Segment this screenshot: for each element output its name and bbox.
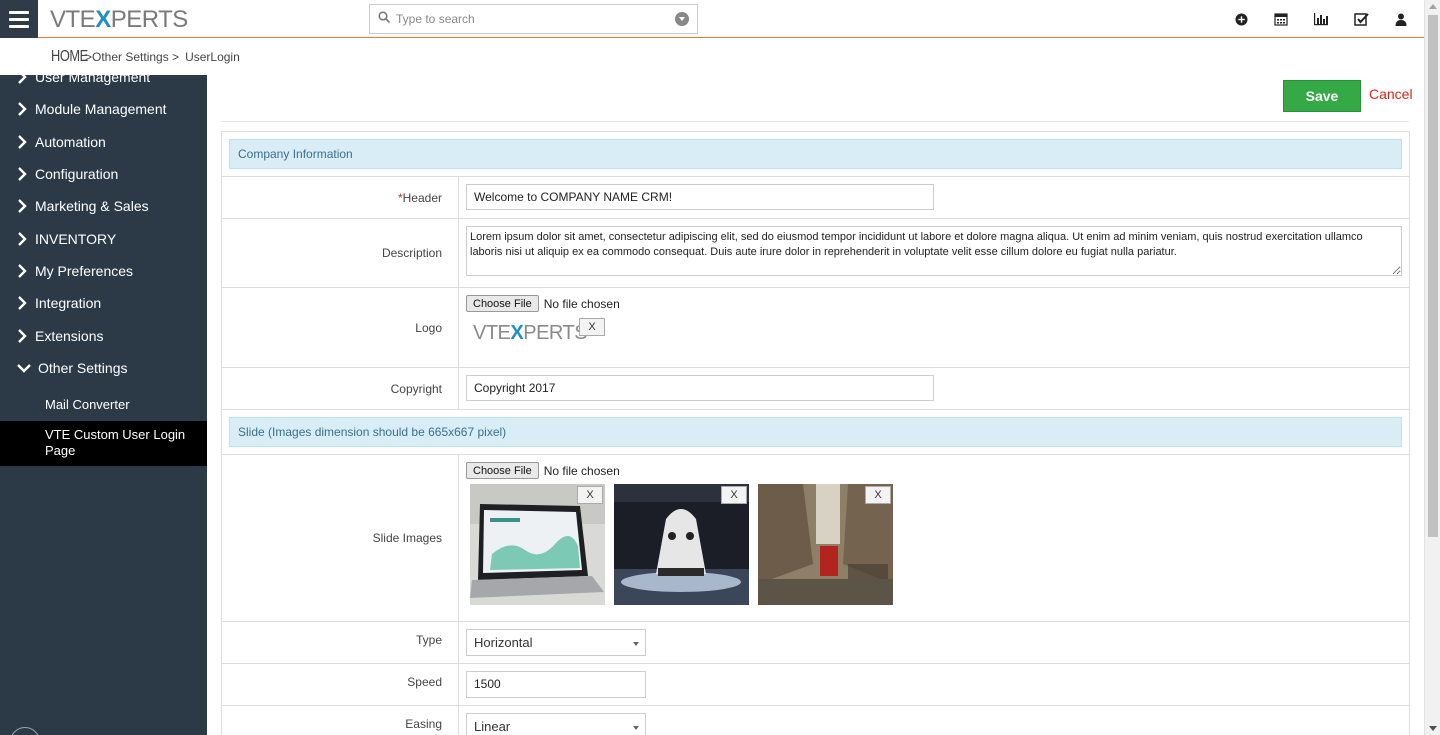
chevron-right-icon xyxy=(18,232,27,246)
row-speed: Speed 1500 xyxy=(222,664,1409,706)
user-icon[interactable] xyxy=(1392,10,1410,28)
cancel-link[interactable]: Cancel xyxy=(1369,86,1413,102)
sidebar-item-integration[interactable]: Integration xyxy=(0,288,207,318)
remove-slide-2-button[interactable]: X xyxy=(721,486,747,504)
description-textarea[interactable]: Lorem ipsum dolor sit amet, consectetur … xyxy=(466,226,1402,276)
app-logo[interactable]: VTEXPERTS xyxy=(50,6,188,34)
row-type: Type Horizontal xyxy=(222,622,1409,664)
easing-select[interactable]: Linear xyxy=(466,713,646,735)
header-input[interactable]: Welcome to COMPANY NAME CRM! xyxy=(466,184,934,210)
top-bar: VTEXPERTS xyxy=(0,0,1424,38)
save-button[interactable]: Save xyxy=(1283,80,1361,112)
row-description: Description Lorem ipsum dolor sit amet, … xyxy=(222,219,1409,288)
menu-icon[interactable] xyxy=(0,0,38,38)
row-easing: Easing Linear xyxy=(222,706,1409,735)
scroll-down-arrow[interactable] xyxy=(1429,726,1437,731)
logo-label: Logo xyxy=(222,288,459,367)
sidebar-item-other-settings[interactable]: Other Settings xyxy=(0,353,207,383)
section-slide: Slide (Images dimension should be 665x66… xyxy=(229,417,1402,447)
dropdown-caret-icon xyxy=(633,642,639,646)
sidebar-item-configuration[interactable]: Configuration xyxy=(0,159,207,189)
chevron-right-icon xyxy=(18,264,27,278)
breadcrumb-home[interactable]: HOME xyxy=(51,48,88,66)
sidebar-subitem-mail-converter[interactable]: Mail Converter xyxy=(0,397,207,417)
help-icon[interactable] xyxy=(10,727,40,735)
slide-file-status: No file chosen xyxy=(543,463,620,478)
row-header: * Header Welcome to COMPANY NAME CRM! xyxy=(222,177,1409,219)
chevron-right-icon xyxy=(18,135,27,149)
sidebar-item-extensions[interactable]: Extensions xyxy=(0,321,207,351)
remove-slide-1-button[interactable]: X xyxy=(577,486,603,504)
slide-choose-file-button[interactable]: Choose File xyxy=(466,462,539,479)
add-icon[interactable] xyxy=(1232,10,1250,28)
description-label: Description xyxy=(222,219,459,287)
reports-chart-icon[interactable] xyxy=(1312,10,1330,28)
slide-image-street: X xyxy=(758,484,893,605)
type-select[interactable]: Horizontal xyxy=(466,629,646,656)
breadcrumb-other-settings[interactable]: >Other Settings > xyxy=(85,50,179,64)
chevron-right-icon xyxy=(18,75,27,84)
main-content: Save Cancel Company Information * Header … xyxy=(207,75,1424,735)
scroll-thumb[interactable] xyxy=(1428,15,1438,537)
sidebar-subitem-vte-custom-user-login[interactable]: VTE Custom User Login Page xyxy=(0,421,207,466)
remove-logo-button[interactable]: X xyxy=(579,318,605,336)
section-company-information: Company Information xyxy=(229,139,1402,169)
chevron-right-icon xyxy=(18,199,27,213)
sidebar-item-inventory[interactable]: INVENTORY xyxy=(0,224,207,254)
speed-label: Speed xyxy=(222,664,459,705)
speed-input[interactable]: 1500 xyxy=(466,671,646,698)
login-page-form: Company Information * Header Welcome to C… xyxy=(221,131,1410,735)
scroll-up-arrow[interactable] xyxy=(1429,4,1437,9)
sidebar-item-marketing-sales[interactable]: Marketing & Sales xyxy=(0,191,207,221)
sidebar-item-user-management[interactable]: User Management xyxy=(0,75,207,92)
slide-image-laptop: X xyxy=(470,484,605,605)
search-box xyxy=(369,4,698,34)
current-logo-image: VTEXPERTS xyxy=(473,322,588,344)
chevron-right-icon xyxy=(18,167,27,181)
row-slide-images: Slide Images Choose File No file chosen xyxy=(222,455,1409,622)
type-label: Type xyxy=(222,622,459,663)
breadcrumb-bar: HOME >Other Settings > UserLogin xyxy=(0,39,1424,75)
row-logo: Logo Choose File No file chosen VTEXPERT… xyxy=(222,288,1409,368)
header-label: * Header xyxy=(222,177,459,218)
easing-label: Easing xyxy=(222,706,459,735)
breadcrumb-userlogin: UserLogin xyxy=(185,50,240,64)
logo-file-status: No file chosen xyxy=(543,296,620,311)
calendar-icon[interactable] xyxy=(1272,10,1290,28)
copyright-input[interactable]: Copyright 2017 xyxy=(466,375,934,401)
breadcrumb: HOME >Other Settings > UserLogin xyxy=(51,48,240,66)
tasks-check-icon[interactable] xyxy=(1352,10,1370,28)
sidebar: User Management Module Management Automa… xyxy=(0,75,207,735)
slide-images-label: Slide Images xyxy=(222,455,459,621)
search-icon xyxy=(378,11,390,23)
copyright-label: Copyright xyxy=(222,368,459,409)
sidebar-item-my-preferences[interactable]: My Preferences xyxy=(0,256,207,286)
search-input[interactable] xyxy=(396,10,666,28)
page-scrollbar[interactable] xyxy=(1424,0,1440,735)
search-dropdown-icon[interactable] xyxy=(675,12,689,26)
divider xyxy=(221,121,1409,122)
slide-image-capsule: X xyxy=(614,484,749,605)
sidebar-item-automation[interactable]: Automation xyxy=(0,127,207,157)
chevron-right-icon xyxy=(18,329,27,343)
chevron-right-icon xyxy=(18,296,27,310)
logo-choose-file-button[interactable]: Choose File xyxy=(466,295,539,312)
chevron-right-icon xyxy=(18,102,27,116)
chevron-down-icon xyxy=(17,364,31,373)
row-copyright: Copyright Copyright 2017 xyxy=(222,368,1409,410)
dropdown-caret-icon xyxy=(633,726,639,730)
sidebar-item-module-management[interactable]: Module Management xyxy=(0,94,207,124)
remove-slide-3-button[interactable]: X xyxy=(865,486,891,504)
